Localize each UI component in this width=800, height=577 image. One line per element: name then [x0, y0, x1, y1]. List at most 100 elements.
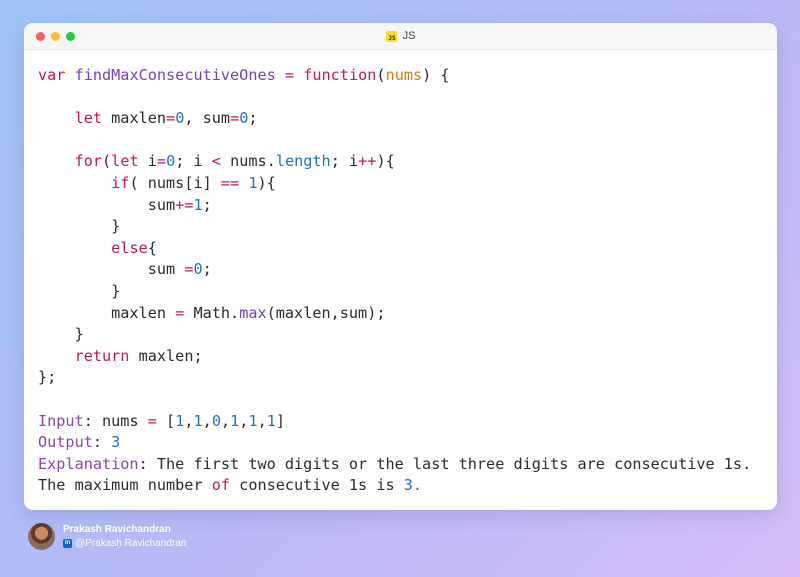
code-token: ++	[358, 152, 377, 171]
code-token: consecutive 1s is	[230, 476, 404, 495]
code-token: 0	[239, 109, 249, 128]
code-token: :	[92, 433, 112, 452]
code-token: : The first two digits or the last three…	[138, 454, 752, 473]
code-token: 1	[248, 411, 258, 430]
code-token: =	[175, 303, 185, 322]
code-token: 0	[211, 411, 221, 430]
code-token: =	[156, 152, 167, 171]
code-token: var	[38, 66, 66, 84]
code-token: sum	[38, 260, 185, 279]
code-token: 1	[230, 411, 240, 430]
code-token: , sum	[184, 109, 231, 128]
code-line: Input: nums = [1,1,0,1,1,1]	[38, 411, 751, 433]
code-token: ==	[220, 173, 240, 192]
code-token: for	[74, 152, 103, 171]
code-token: }	[38, 325, 84, 344]
code-line: maxlen = Math.max(maxlen,sum);	[38, 303, 751, 325]
code-token: of	[211, 476, 231, 495]
code-token: ( nums[i]	[129, 173, 221, 192]
code-token: The maximum number	[38, 476, 212, 495]
code-line: else{	[38, 238, 751, 260]
code-token: +=	[175, 195, 194, 214]
code-token: ; i	[330, 152, 359, 171]
code-token: 0	[166, 152, 176, 171]
code-line: for(let i=0; i < nums.length; i++){	[38, 151, 751, 173]
code-token: 0	[175, 109, 185, 128]
code-line: return maxlen;	[38, 346, 751, 368]
code-token: =	[166, 109, 176, 128]
code-token: ;	[248, 109, 258, 128]
code-line: var findMaxConsecutiveOnes = function(nu…	[38, 65, 751, 87]
author-avatar	[28, 522, 55, 550]
code-token: nums	[385, 66, 423, 84]
code-token: =	[230, 109, 240, 128]
code-token: Output	[38, 433, 93, 452]
code-token: : nums	[83, 411, 148, 430]
code-line: };	[38, 367, 751, 389]
code-token: ,	[202, 411, 212, 430]
code-token: ,	[257, 411, 267, 430]
code-token: if	[111, 173, 130, 192]
code-line: let maxlen=0, sum=0;	[38, 108, 751, 130]
code-window: JS JS var findMaxConsecutiveOnes = funct…	[24, 23, 777, 510]
code-token: {	[147, 238, 157, 257]
code-token: (	[376, 66, 386, 84]
code-token: return	[74, 346, 130, 365]
code-token: 3	[111, 433, 121, 452]
code-token: };	[38, 368, 57, 387]
code-token: 3.	[403, 476, 423, 495]
code-token: 1	[266, 411, 276, 430]
code-token: <	[211, 152, 221, 171]
code-token: ,	[184, 411, 194, 430]
code-line: if( nums[i] == 1){	[38, 173, 751, 195]
code-token: max	[239, 303, 267, 322]
code-token: =	[147, 411, 157, 430]
code-token: ){	[376, 152, 395, 171]
code-token: 1	[175, 411, 185, 430]
code-token: 0	[193, 260, 203, 279]
code-token: maxlen	[102, 109, 167, 128]
code-token: ){	[257, 173, 276, 192]
code-token: (	[102, 152, 112, 171]
code-token: let	[111, 152, 139, 171]
code-token: ;	[202, 260, 212, 279]
code-line: }	[38, 281, 751, 303]
code-token: (maxlen,sum);	[266, 303, 386, 322]
code-token: [	[156, 411, 176, 430]
code-token: function	[303, 66, 377, 84]
window-titlebar: JS JS	[24, 23, 777, 50]
code-line: The maximum number of consecutive 1s is …	[38, 475, 751, 497]
code-token: ; i	[175, 152, 212, 171]
code-token: 1	[193, 411, 203, 430]
file-tab: JS JS	[24, 23, 777, 49]
code-line: Explanation: The first two digits or the…	[38, 454, 751, 476]
file-tab-label: JS	[402, 30, 416, 42]
code-line: Output: 3	[38, 432, 751, 454]
code-line: sum =0;	[38, 259, 751, 281]
code-token: ) {	[422, 66, 450, 84]
code-token: }	[38, 281, 121, 300]
author-footer: Prakash Ravichandran in @Prakash Ravicha…	[28, 521, 186, 551]
code-editor[interactable]: var findMaxConsecutiveOnes = function(nu…	[38, 65, 751, 497]
code-token: maxlen;	[129, 346, 203, 365]
code-token: 1	[248, 173, 258, 192]
code-line: }	[38, 324, 751, 346]
code-token: Explanation	[38, 454, 139, 473]
code-token: findMaxConsecutiveOnes	[74, 66, 276, 84]
author-handle[interactable]: @Prakash Ravichandran	[75, 538, 186, 549]
code-token: nums.	[220, 152, 276, 171]
linkedin-icon: in	[63, 538, 72, 548]
code-token: else	[111, 238, 148, 257]
code-token: Input	[38, 411, 84, 430]
code-token: sum	[38, 195, 176, 214]
